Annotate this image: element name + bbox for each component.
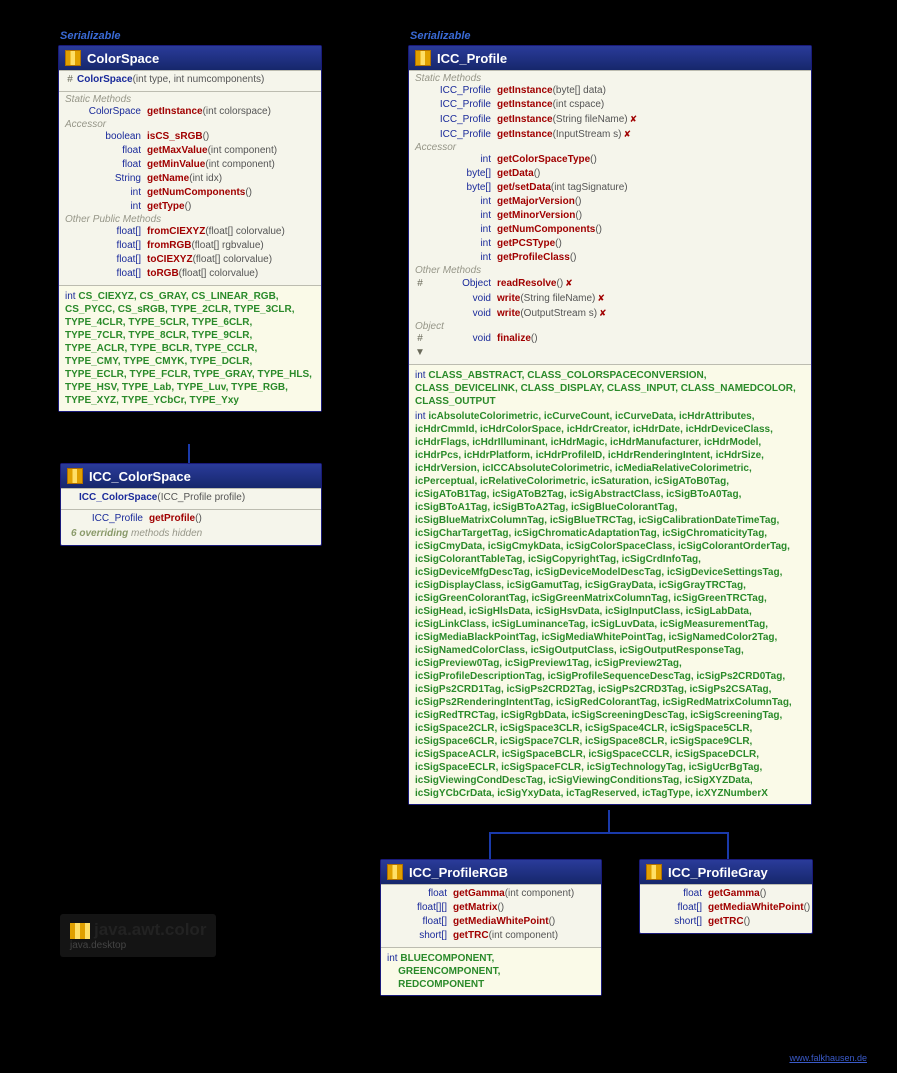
method-row: intgetMinorVersion () — [413, 209, 807, 223]
class-icon — [646, 864, 662, 880]
method-row: float[]getMediaWhitePoint () — [385, 915, 597, 929]
class-icc-colorspace: ICC_ColorSpace ICC_ColorSpace (ICC_Profi… — [60, 463, 322, 546]
class-title: ICC_ProfileGray — [668, 865, 768, 880]
stereotype-colorspace: Serializable — [60, 30, 121, 42]
method-row: intgetType () — [63, 200, 317, 214]
method-row: voidwrite (OutputStream s)✘ — [413, 306, 807, 321]
method-row: short[]getTRC () — [644, 915, 808, 929]
constants-block: int CS_CIEXYZ, CS_GRAY, CS_LINEAR_RGB, C… — [59, 285, 321, 411]
method-row: intgetNumComponents () — [63, 186, 317, 200]
connector — [608, 810, 610, 832]
constants-block: int BLUECOMPONENT, GREENCOMPONENT, REDCO… — [381, 947, 601, 995]
connector — [727, 832, 729, 859]
method-row: # ▼voidfinalize () — [413, 332, 807, 360]
section-label: Static Methods — [413, 73, 807, 84]
method-row: float[]fromCIEXYZ (float[] colorvalue) — [63, 225, 317, 239]
class-icc-profile-rgb: ICC_ProfileRGB floatgetGamma (int compon… — [380, 859, 602, 996]
method-row: voidwrite (String fileName)✘ — [413, 291, 807, 306]
class-header: ICC_Profile — [409, 46, 811, 70]
method-row: float[]toRGB (float[] colorvalue) — [63, 267, 317, 281]
section-label: Accessor — [63, 119, 317, 130]
method-row: intgetMajorVersion () — [413, 195, 807, 209]
method-row: ICC_Profile getProfile () — [65, 512, 317, 526]
method-row: ICC_ProfilegetInstance (int cspace) — [413, 98, 807, 112]
class-title: ColorSpace — [87, 51, 159, 66]
connector — [188, 444, 190, 463]
method-row: intgetColorSpaceType () — [413, 153, 807, 167]
section-label: Other Public Methods — [63, 214, 317, 225]
method-row: byte[]get/setData (int tagSignature) — [413, 181, 807, 195]
section-label: Other Methods — [413, 265, 807, 276]
method-row: floatgetMinValue (int component) — [63, 158, 317, 172]
method-row: ColorSpacegetInstance (int colorspace) — [63, 105, 317, 119]
class-icc-profile-gray: ICC_ProfileGray floatgetGamma ()float[]g… — [639, 859, 813, 934]
section-label: Accessor — [413, 142, 807, 153]
constructor-row: ICC_ColorSpace (ICC_Profile profile) — [65, 491, 317, 505]
class-icc-profile: ICC_Profile Static Methods ICC_Profilege… — [408, 45, 812, 805]
class-colorspace: ColorSpace # ColorSpace (int type, int n… — [58, 45, 322, 412]
class-icon — [387, 864, 403, 880]
method-row: floatgetGamma () — [644, 887, 808, 901]
method-row: float[]toCIEXYZ (float[] colorvalue) — [63, 253, 317, 267]
method-row: StringgetName (int idx) — [63, 172, 317, 186]
class-icon — [415, 50, 431, 66]
constants-block: int CLASS_ABSTRACT, CLASS_COLORSPACECONV… — [409, 364, 811, 804]
section-label: Static Methods — [63, 94, 317, 105]
method-row: intgetProfileClass () — [413, 251, 807, 265]
class-title: ICC_ColorSpace — [89, 469, 191, 484]
method-row: booleanisCS_sRGB () — [63, 130, 317, 144]
method-row: ICC_ProfilegetInstance (byte[] data) — [413, 84, 807, 98]
class-title: ICC_ProfileRGB — [409, 865, 508, 880]
method-row: floatgetMaxValue (int component) — [63, 144, 317, 158]
method-row: float[]fromRGB (float[] rgbvalue) — [63, 239, 317, 253]
class-header: ColorSpace — [59, 46, 321, 70]
hidden-methods-note: 6 overriding methods hidden — [65, 526, 317, 541]
connector — [489, 832, 491, 859]
method-row: float[][]getMatrix () — [385, 901, 597, 915]
method-row: #ObjectreadResolve ()✘ — [413, 276, 807, 291]
section-label: Object — [413, 321, 807, 332]
footer-link[interactable]: www.falkhausen.de — [789, 1053, 867, 1063]
package-icon — [70, 923, 90, 939]
method-row: ICC_ProfilegetInstance (InputStream s)✘ — [413, 127, 807, 142]
package-label: java.awt.color java.desktop — [60, 914, 216, 957]
class-title: ICC_Profile — [437, 51, 507, 66]
class-icon — [65, 50, 81, 66]
method-row: byte[]getData () — [413, 167, 807, 181]
connector — [489, 832, 729, 834]
class-header: ICC_ProfileRGB — [381, 860, 601, 884]
class-icon — [67, 468, 83, 484]
method-row: intgetNumComponents () — [413, 223, 807, 237]
class-header: ICC_ProfileGray — [640, 860, 812, 884]
stereotype-iccprofile: Serializable — [410, 30, 471, 42]
method-row: short[]getTRC (int component) — [385, 929, 597, 943]
method-row: ICC_ProfilegetInstance (String fileName)… — [413, 112, 807, 127]
method-row: intgetPCSType () — [413, 237, 807, 251]
constructor-row: # ColorSpace (int type, int numcomponent… — [63, 73, 317, 87]
class-header: ICC_ColorSpace — [61, 464, 321, 488]
method-row: floatgetGamma (int component) — [385, 887, 597, 901]
method-row: float[]getMediaWhitePoint () — [644, 901, 808, 915]
